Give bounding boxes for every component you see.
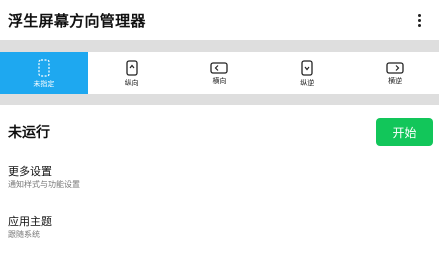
mode-landscape[interactable]: 横向 — [176, 52, 264, 94]
setting-subtitle: 跟随系统 — [8, 230, 40, 239]
orientation-mode-bar: 未指定 纵向 横向 纵逆 横逆 — [0, 52, 439, 94]
mode-label: 横向 — [212, 76, 227, 85]
setting-title: 更多设置 — [8, 165, 52, 178]
app-title: 浮生屏幕方向管理器 — [8, 11, 146, 30]
status-row: 未运行 开始 — [0, 112, 439, 152]
more-vert-icon[interactable] — [409, 8, 429, 32]
reverse-portrait-icon — [301, 59, 313, 76]
bottom-divider — [0, 94, 439, 105]
mode-portrait[interactable]: 纵向 — [88, 52, 176, 94]
setting-app-theme[interactable]: 应用主题 跟随系统 — [0, 214, 439, 240]
setting-title: 应用主题 — [8, 215, 52, 228]
start-button[interactable]: 开始 — [376, 118, 433, 146]
reverse-landscape-icon — [386, 61, 404, 74]
top-divider — [0, 40, 439, 52]
app-window: 浮生屏幕方向管理器 未指定 纵向 横向 纵逆 横逆 未运行 开始 更多设置 通知… — [0, 0, 439, 266]
landscape-icon — [210, 61, 229, 74]
mode-label: 纵向 — [124, 78, 139, 87]
app-bar: 浮生屏幕方向管理器 — [0, 0, 439, 40]
mode-label: 未指定 — [33, 79, 55, 88]
setting-subtitle: 通知样式与功能设置 — [8, 180, 80, 189]
dashed-phone-icon — [38, 58, 50, 77]
portrait-icon — [126, 59, 138, 76]
mode-label: 横逆 — [388, 76, 403, 85]
mode-unspecified[interactable]: 未指定 — [0, 52, 88, 94]
setting-more-settings[interactable]: 更多设置 通知样式与功能设置 — [0, 164, 439, 190]
mode-label: 纵逆 — [300, 78, 315, 87]
mode-reverse-landscape[interactable]: 横逆 — [351, 52, 439, 94]
mode-reverse-portrait[interactable]: 纵逆 — [263, 52, 351, 94]
status-text: 未运行 — [8, 125, 50, 141]
